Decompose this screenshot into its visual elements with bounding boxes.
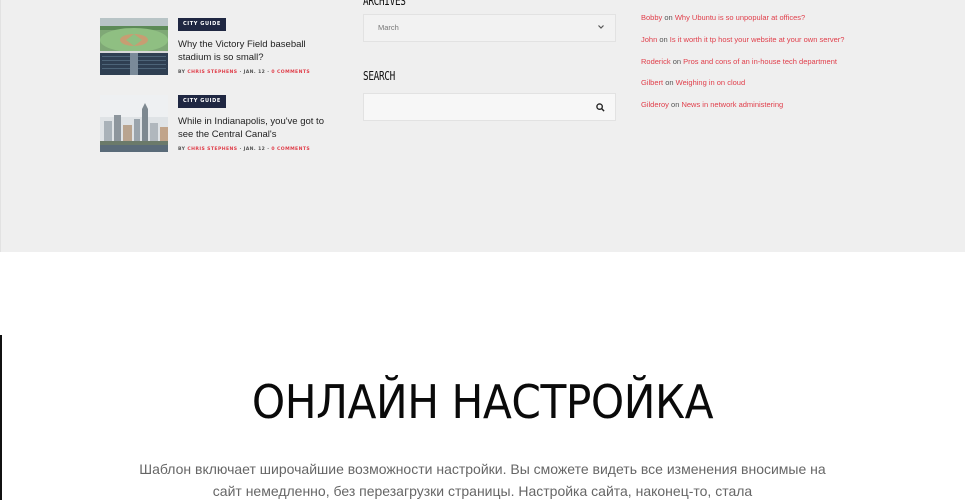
category-badge[interactable]: City Guide [178,18,226,31]
city-skyline-image [100,95,168,152]
author-link[interactable]: Chris Stephens [187,70,237,75]
recent-comment: Gilbert on Weighing in on cloud [641,78,745,87]
section-title: ОНЛАЙН НАСТРОЙКА [251,375,714,429]
comments-link[interactable]: 0 Comments [271,147,310,152]
section-accent-line [0,335,2,500]
search-input[interactable] [363,93,616,121]
chevron-down-icon [598,25,604,29]
meta-separator: · [267,147,270,152]
post-thumbnail-stadium[interactable] [100,18,168,75]
comment-on: on [671,100,680,109]
comment-author-link[interactable]: Bobby [641,13,662,22]
comment-author-link[interactable]: John [641,35,657,44]
post-title-link[interactable]: While in Indianapolis, you've got to see… [178,115,338,141]
comment-post-link[interactable]: Weighing in on cloud [676,78,746,87]
meta-by: by [178,147,186,152]
stadium-image [100,18,168,75]
divider [0,0,1,252]
section-description: Шаблон включает широчайшие возможности н… [139,461,826,499]
post-thumbnail-canal[interactable] [100,95,168,152]
footer-widgets-area: City Guide Why the Victory Field basebal… [0,0,965,252]
recent-post: City Guide Why the Victory Field basebal… [100,18,340,78]
comment-author-link[interactable]: Gilbert [641,78,663,87]
comment-post-link[interactable]: News in network administering [681,100,783,109]
post-date: Jan. 12 [243,147,266,152]
comment-on: on [665,78,674,87]
comment-on: on [664,13,673,22]
recent-comment: John on Is it worth it tp host your webs… [641,35,844,44]
meta-by: by [178,70,186,75]
archives-title: Archives [363,0,406,8]
post-meta: by Chris Stephens · Jan. 12 · 0 Comments [178,147,310,152]
search-title: Search [363,69,395,83]
comment-on: on [672,57,682,66]
recent-comment: Gilderoy on News in network administerin… [641,100,783,109]
comments-link[interactable]: 0 Comments [271,70,310,75]
comment-post-link[interactable]: Is it worth it tp host your website at y… [670,35,845,44]
meta-separator: · [239,147,242,152]
search-icon[interactable] [596,103,605,112]
meta-separator: · [239,70,242,75]
post-meta: by Chris Stephens · Jan. 12 · 0 Comments [178,70,310,75]
recent-comment: Bobby on Why Ubuntu is so unpopular at o… [641,13,805,22]
comment-post-link[interactable]: Pros and cons of an in-house tech depart… [683,57,837,66]
comment-author-link[interactable]: Roderick [641,57,671,66]
post-title-link[interactable]: Why the Victory Field baseball stadium i… [178,38,338,64]
category-badge[interactable]: City Guide [178,95,226,108]
comment-post-link[interactable]: Why Ubuntu is so unpopular at offices? [675,13,805,22]
archives-selected-value: March [378,23,399,32]
comment-on: on [659,35,668,44]
comment-author-link[interactable]: Gilderoy [641,100,669,109]
recent-comment: Roderick on Pros and cons of an in-house… [641,57,837,66]
meta-separator: · [267,70,270,75]
post-date: Jan. 12 [243,70,266,75]
archives-select[interactable]: March [363,14,616,42]
author-link[interactable]: Chris Stephens [187,147,237,152]
recent-post: City Guide While in Indianapolis, you've… [100,95,340,155]
